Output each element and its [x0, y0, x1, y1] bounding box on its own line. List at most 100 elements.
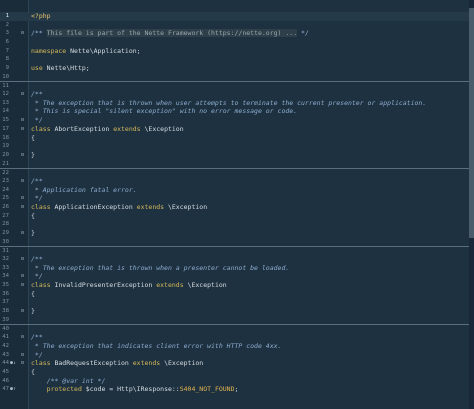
fold-toggle-icon[interactable]: ⊟ [21, 90, 24, 99]
line-number: 19 [2, 143, 9, 150]
code-text: /** @var int */ [31, 376, 106, 386]
code-text: * Application fatal error. [31, 186, 137, 195]
line-number: 43 [2, 351, 9, 358]
line-number: 41 [2, 334, 9, 341]
code-line[interactable]: 25 ⊟ */ [0, 194, 469, 203]
code-line[interactable]: 1 <?php [0, 12, 469, 21]
code-editor[interactable]: 1 <?php 2 3 ⊟/** This file is part of the Ne… [0, 0, 474, 409]
code-line[interactable]: 43 ⊟ */ [0, 351, 469, 360]
line-number: 36 [2, 290, 9, 297]
code-line[interactable]: 34 ⊟ */ [0, 272, 469, 281]
code-line[interactable]: 28 [0, 220, 469, 229]
code-line[interactable]: 26 ⊟ class ApplicationException extends \E… [0, 203, 469, 212]
code-line[interactable]: 37 [0, 298, 469, 307]
code-text: /** [31, 255, 43, 264]
code-token: ApplicationException [54, 202, 137, 211]
code-token: \Exception [187, 281, 227, 290]
code-line[interactable]: 24 * Application fatal error. [0, 186, 469, 195]
code-line[interactable]: 13 * The exception that is thrown when u… [0, 99, 469, 108]
code-token: * This is special "silent exception" wit… [31, 107, 298, 116]
code-token: Nette\Application; [70, 46, 141, 55]
code-token: * The exception that is thrown when user… [31, 98, 427, 107]
line-number: 2 [5, 21, 9, 28]
code-text: class ApplicationException extends \Exce… [31, 203, 207, 212]
line-number: 35 [2, 282, 9, 289]
vertical-scrollbar[interactable] [469, 0, 474, 409]
code-token: protected [31, 385, 86, 394]
fold-toggle-icon[interactable]: ⊟ [21, 281, 24, 290]
code-line[interactable]: 6 [0, 38, 469, 47]
code-line[interactable]: 12 ⊟ /** [0, 90, 469, 99]
code-line[interactable]: 39 [0, 316, 469, 325]
fold-toggle-icon[interactable]: ⊟ [21, 125, 24, 134]
code-line[interactable]: 47 ●↑ protected $code = Http\IResponse::S… [0, 385, 469, 394]
code-line[interactable]: 32 ⊟ /** [0, 255, 469, 264]
code-token: { [31, 367, 35, 376]
code-line[interactable]: 44 ●↓ ⊟ class BadRequestException extends \… [0, 359, 469, 368]
code-line[interactable]: 18 { [0, 134, 469, 143]
line-number: 6 [5, 39, 9, 46]
fold-toggle-icon[interactable]: ⊟ [21, 255, 24, 264]
code-line[interactable]: 3 ⊟ /** This file is part of the Nette Fra… [0, 29, 469, 38]
code-line[interactable]: 17 ⊟ class AbortException extends \Excepti… [0, 125, 469, 134]
code-line[interactable]: 20 ⊟} [0, 151, 469, 160]
fold-toggle-icon[interactable]: ⊟ [21, 116, 24, 125]
code-line[interactable]: 23 ⊟ /** [0, 177, 469, 186]
code-token: extends [156, 281, 188, 290]
code-line[interactable]: 27 { [0, 212, 469, 221]
code-token: */ [93, 376, 106, 385]
code-line[interactable]: 33 * The exception that is thrown when a… [0, 264, 469, 273]
line-number: 30 [2, 238, 9, 245]
code-text: } [31, 307, 35, 316]
code-line[interactable]: 41 ⊟ /** [0, 333, 469, 342]
code-token: \Exception [144, 124, 184, 133]
code-line[interactable]: 7 namespace Nette\Application; [0, 47, 469, 56]
fold-toggle-icon[interactable]: ⊟ [21, 359, 24, 368]
override-marker-icon[interactable]: ●↑ [10, 385, 16, 394]
fold-toggle-icon[interactable]: ⊟ [21, 194, 24, 203]
code-line[interactable]: 42 * The exception that indicates client… [0, 342, 469, 351]
code-line[interactable]: 21 [0, 160, 469, 169]
fold-toggle-icon[interactable]: ⊟ [21, 333, 24, 342]
override-marker-icon[interactable]: ●↓ [10, 359, 16, 368]
code-line[interactable]: 30 [0, 238, 469, 247]
code-line[interactable]: 45 { [0, 368, 469, 377]
fold-toggle-icon[interactable]: ⊟ [21, 29, 24, 38]
code-text: class AbortException extends \Exception [31, 125, 184, 134]
code-line[interactable]: 15 ⊟ */ [0, 116, 469, 125]
code-token: */ [31, 350, 43, 359]
code-token: Nette\Http; [46, 64, 90, 73]
fold-toggle-icon[interactable]: ⊟ [21, 203, 24, 212]
fold-toggle-icon[interactable]: ⊟ [21, 351, 24, 360]
code-text: use Nette\Http; [31, 64, 90, 73]
fold-toggle-icon[interactable]: ⊟ [21, 272, 24, 281]
code-token: /** [31, 333, 43, 342]
code-line[interactable]: 14 * This is special "silent exception" … [0, 107, 469, 116]
code-token: */ [31, 194, 43, 203]
code-line[interactable]: 19 [0, 142, 469, 151]
line-number: 38 [2, 308, 9, 315]
code-token: { [31, 211, 35, 220]
code-token: @var int [62, 376, 94, 385]
code-text: /** [31, 90, 43, 99]
code-line[interactable]: 10 [0, 73, 469, 82]
scrollbar-thumb[interactable] [469, 8, 474, 238]
code-line[interactable]: 35 ⊟ class InvalidPresenterException exten… [0, 281, 469, 290]
fold-toggle-icon[interactable]: ⊟ [21, 177, 24, 186]
line-number: 26 [2, 203, 9, 210]
line-number: 44 [2, 360, 9, 367]
code-line[interactable]: 38 ⊟} [0, 307, 469, 316]
code-line[interactable]: 2 [0, 21, 469, 30]
line-number: 9 [5, 65, 9, 72]
code-token: /** [31, 90, 43, 99]
code-line[interactable]: 8 [0, 55, 469, 64]
line-number: 39 [2, 316, 9, 323]
fold-toggle-icon[interactable]: ⊟ [21, 229, 24, 238]
fold-toggle-icon[interactable]: ⊟ [21, 307, 24, 316]
line-number: 45 [2, 368, 9, 375]
code-line[interactable]: 36 { [0, 290, 469, 299]
code-line[interactable]: 9 use Nette\Http; [0, 64, 469, 73]
code-line[interactable]: 29 ⊟} [0, 229, 469, 238]
fold-toggle-icon[interactable]: ⊟ [21, 151, 24, 160]
code-line[interactable]: 46 /** @var int */ [0, 377, 469, 386]
